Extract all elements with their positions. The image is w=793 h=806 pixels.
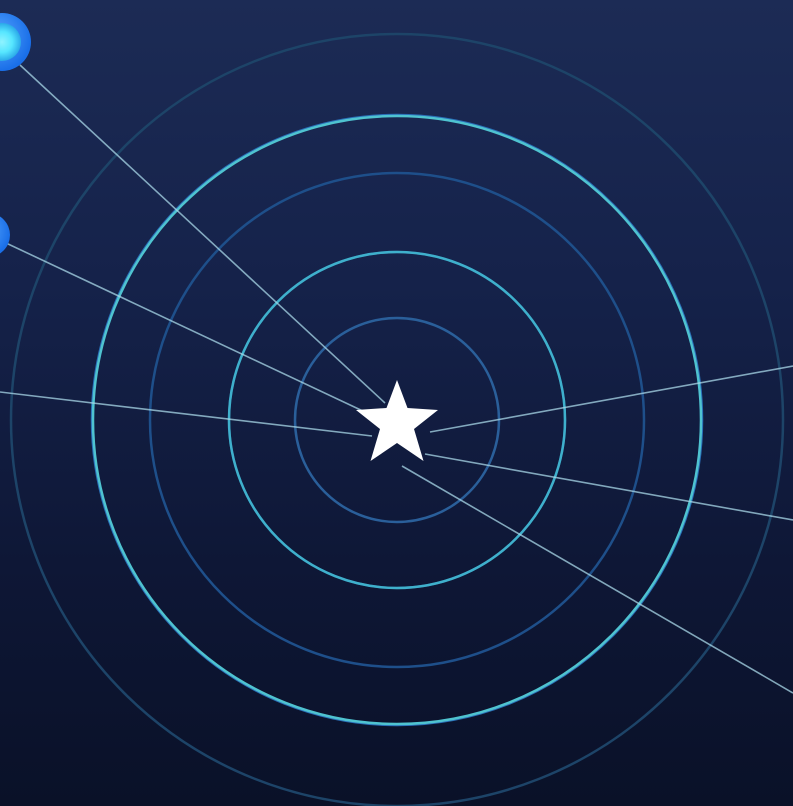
connector-lines	[0, 64, 793, 694]
connector-line	[429, 365, 793, 433]
connector-line	[0, 391, 373, 437]
star-icon[interactable]	[356, 380, 438, 461]
connector-line	[5, 242, 366, 413]
connector-line	[19, 64, 386, 404]
orbit-nodes	[0, 13, 31, 257]
orbit-node-icon[interactable]	[0, 13, 31, 71]
connector-line	[424, 453, 793, 521]
orbit-node-icon[interactable]	[0, 213, 10, 257]
radar-scene	[0, 13, 793, 806]
